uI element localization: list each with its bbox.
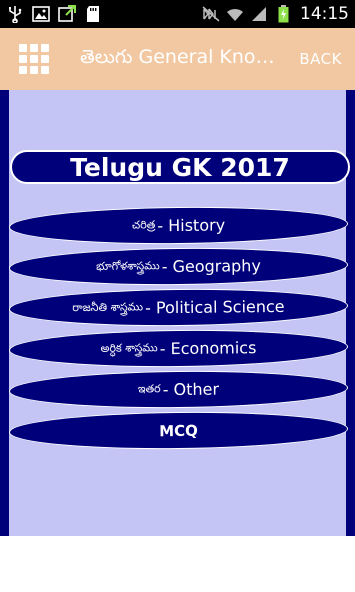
app-title: తెలుగు General Knowledge (80, 45, 280, 68)
status-bar: 14:15 (0, 0, 355, 28)
battery-charging-icon (274, 5, 292, 23)
signal-icon (250, 5, 268, 23)
back-button[interactable]: BACK (299, 50, 342, 68)
category-label-english: - History (157, 215, 226, 236)
wifi-icon (226, 5, 244, 23)
category-label-telugu: అర్ధిక శాస్త్రము (100, 340, 158, 355)
clock: 14:15 (300, 4, 349, 24)
mute-icon (202, 5, 220, 23)
download-icon (58, 5, 76, 23)
category-label-telugu: చరిత్ర (131, 217, 156, 231)
mcq-label: MCQ (159, 421, 198, 440)
category-label-english: - Geography (161, 256, 261, 277)
category-label-english: - Economics (159, 338, 257, 359)
status-system: 14:15 (202, 4, 349, 24)
sd-card-icon (84, 5, 102, 23)
category-label-telugu: రాజనీతి శాస్త్రము (72, 299, 144, 314)
category-label-telugu: ఇతర (137, 381, 161, 395)
category-label-telugu: భూగోళశాస్త్రము (96, 258, 160, 273)
usb-icon (6, 5, 24, 23)
image-icon (32, 5, 50, 23)
status-notifications (6, 5, 102, 23)
menu-grid-button[interactable] (16, 41, 52, 77)
category-label-english: - Other (162, 379, 220, 400)
action-bar: తెలుగు General Knowledge BACK (0, 28, 355, 90)
category-label-english: - Political Science (144, 296, 285, 318)
page-title: Telugu GK 2017 (10, 150, 350, 184)
grid-icon (19, 44, 27, 52)
